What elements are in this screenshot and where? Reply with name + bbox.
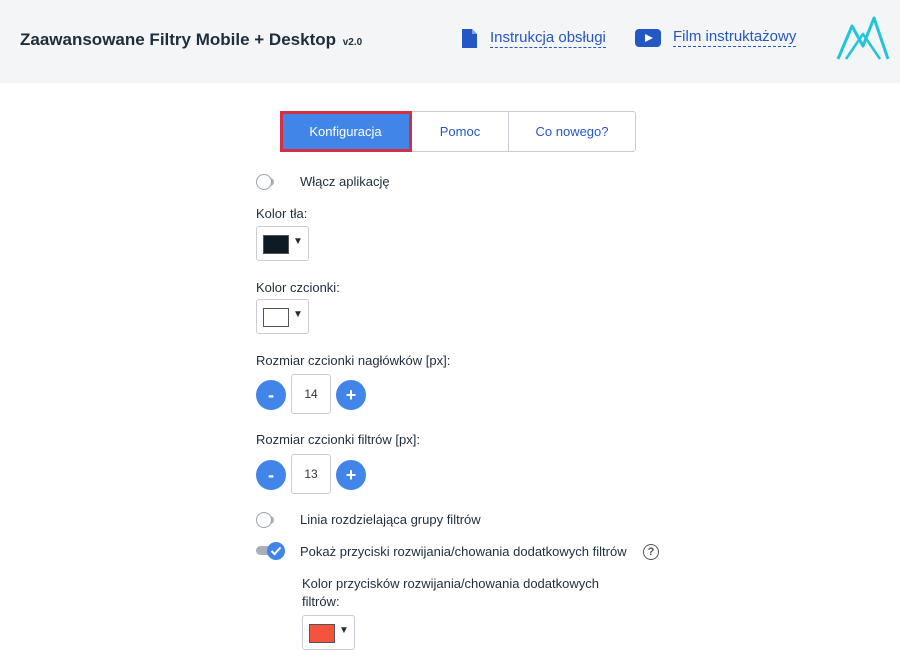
document-icon: [462, 29, 477, 48]
chevron-down-icon: ▼: [293, 236, 303, 247]
header-font-size-minus-button[interactable]: -: [256, 380, 286, 410]
app-logo-icon: [836, 16, 890, 60]
filter-font-size-plus-button[interactable]: +: [336, 460, 366, 490]
app-title-text: Zaawansowane Filtry Mobile + Desktop: [20, 30, 336, 49]
tab-whats-new[interactable]: Co nowego?: [509, 112, 635, 151]
separator-line-toggle[interactable]: [256, 512, 274, 528]
video-link[interactable]: Film instruktażowy: [635, 28, 797, 47]
enable-app-toggle[interactable]: [256, 174, 274, 190]
header-font-size-plus-button[interactable]: +: [336, 380, 366, 410]
font-color-picker[interactable]: ▼: [256, 299, 309, 334]
chevron-down-icon: ▼: [293, 309, 303, 320]
tab-help[interactable]: Pomoc: [412, 112, 509, 151]
filter-font-size-value[interactable]: 13: [291, 454, 331, 494]
manual-link-label: Instrukcja obsługi: [490, 29, 606, 48]
header-font-size-label: Rozmiar czcionki nagłówków [px]:: [256, 353, 451, 368]
bg-color-label: Kolor tła:: [256, 206, 308, 221]
expand-buttons-color-label: Kolor przycisków rozwijania/chowania dod…: [302, 576, 599, 609]
checkmark-icon: [270, 546, 282, 556]
font-color-label: Kolor czcionki:: [256, 280, 340, 295]
separator-line-label: Linia rozdzielająca grupy filtrów: [300, 512, 481, 527]
bg-color-swatch: [263, 235, 289, 254]
expand-buttons-color-picker[interactable]: ▼: [302, 615, 355, 650]
tab-configuration[interactable]: Konfiguracja: [280, 111, 412, 152]
app-header: Zaawansowane Filtry Mobile + Desktop v2.…: [0, 0, 900, 83]
expand-buttons-label: Pokaż przyciski rozwijania/chowania doda…: [300, 544, 627, 559]
filter-font-size-minus-button[interactable]: -: [256, 460, 286, 490]
enable-app-label: Włącz aplikację: [300, 174, 390, 189]
help-icon[interactable]: ?: [643, 544, 659, 560]
expand-buttons-color-swatch: [309, 624, 335, 643]
chevron-down-icon: ▼: [339, 625, 349, 636]
font-color-swatch: [263, 308, 289, 327]
header-font-size-value[interactable]: 14: [291, 374, 331, 414]
tab-bar: Konfiguracja Pomoc Co nowego?: [280, 111, 636, 152]
expand-buttons-toggle[interactable]: [256, 542, 288, 560]
youtube-play-icon: [635, 28, 661, 47]
filter-font-size-label: Rozmiar czcionki filtrów [px]:: [256, 432, 420, 447]
app-title: Zaawansowane Filtry Mobile + Desktop v2.…: [20, 30, 362, 50]
video-link-label: Film instruktażowy: [673, 28, 797, 47]
app-version: v2.0: [342, 37, 363, 48]
bg-color-picker[interactable]: ▼: [256, 226, 309, 261]
manual-link[interactable]: Instrukcja obsługi: [461, 28, 606, 49]
